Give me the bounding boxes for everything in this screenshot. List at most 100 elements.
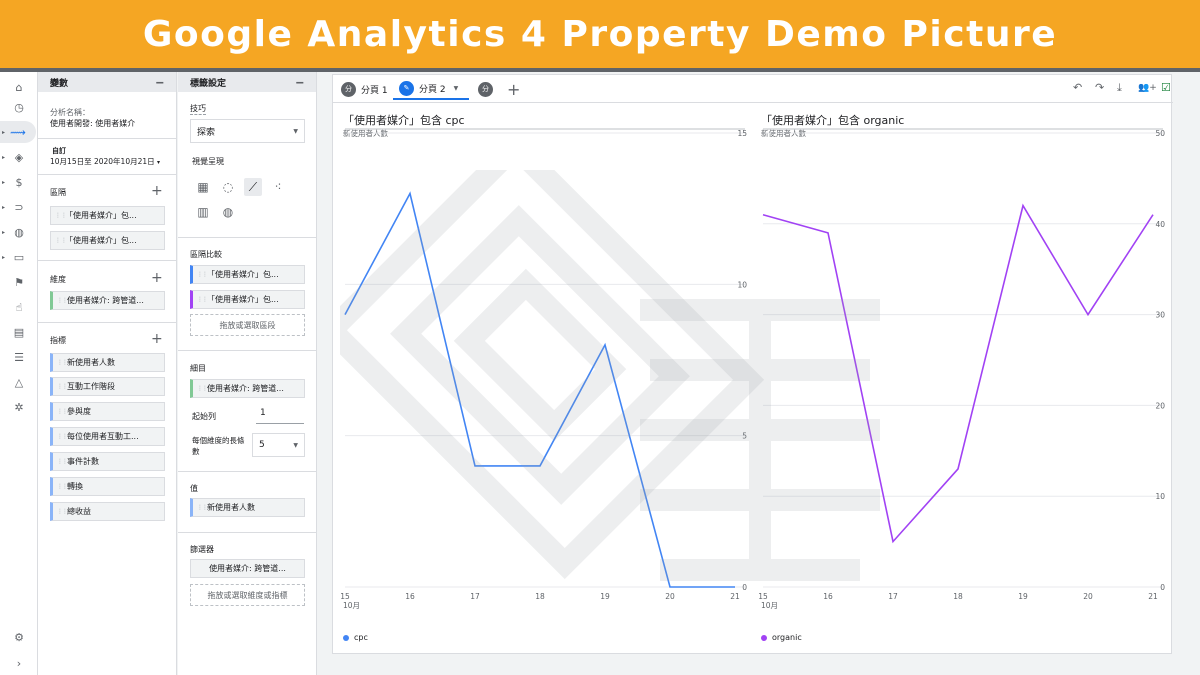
- metrics-label: 指標: [50, 336, 66, 345]
- visualization-label: 視覺呈現: [192, 157, 224, 166]
- date-range-picker[interactable]: 10月15日至 2020年10月21日 ▾: [50, 156, 160, 167]
- segment-chip[interactable]: ⋮⋮ 「使用者媒介」包...: [50, 231, 165, 250]
- breakdown-label: 細目: [190, 364, 206, 373]
- scatter-icon[interactable]: ⁖: [269, 178, 287, 196]
- geo-icon[interactable]: ◍: [219, 203, 237, 221]
- add-metric-button[interactable]: +: [151, 332, 163, 346]
- segment-chip[interactable]: ⋮⋮ 「使用者媒介」包...: [50, 206, 165, 225]
- segment-compare-chip[interactable]: 「使用者媒介」包...: [190, 265, 305, 284]
- x-tick-label: 15: [758, 592, 768, 601]
- globe-icon[interactable]: ▸ ◍: [0, 221, 38, 243]
- home-icon[interactable]: ⌂: [0, 76, 38, 98]
- tab-2[interactable]: ✎ 分頁 2 ▼: [393, 78, 469, 100]
- values-chip[interactable]: 新使用者人數: [190, 498, 305, 517]
- user-list-icon[interactable]: ☰: [0, 346, 38, 368]
- x-tick-label: 16: [823, 592, 833, 601]
- tag-icon[interactable]: ▸ ◈: [0, 146, 38, 168]
- legend-cpc: cpc: [343, 633, 368, 642]
- tab-settings-title: 標籤設定: [190, 78, 227, 89]
- rows-per-dim-select[interactable]: 5 ▼: [252, 433, 305, 457]
- y-tick-label: 20: [1155, 401, 1165, 410]
- y-tick-label: 30: [1155, 311, 1165, 320]
- exploration-canvas: 分 分頁 1 ✎ 分頁 2 ▼ 分 + ↶ ↷ ⤓ 👥+ ☑ 「使用者媒介」包含 …: [332, 74, 1173, 654]
- legend-dot: [343, 634, 349, 641]
- start-row-label: 起始列: [192, 412, 216, 421]
- start-row-input[interactable]: 1: [256, 408, 304, 424]
- segment-drop-zone[interactable]: 拖放或選取區段: [190, 314, 305, 336]
- segments-label: 區隔: [50, 188, 66, 197]
- x-month-label: 10月: [343, 601, 360, 610]
- metric-chip[interactable]: 總收益: [50, 502, 165, 521]
- table-icon[interactable]: ▦: [194, 178, 212, 196]
- tab-1[interactable]: 分 分頁 1: [335, 78, 394, 100]
- series-line-organic: [762, 203, 1154, 544]
- donut-icon[interactable]: ◌: [219, 178, 237, 196]
- dollar-icon[interactable]: ▸ $: [0, 171, 38, 193]
- debug-icon[interactable]: ✲: [0, 396, 38, 418]
- technique-select[interactable]: 探索 ▼: [190, 119, 305, 143]
- y-tick-label: 40: [1155, 220, 1165, 229]
- x-tick-label: 18: [953, 592, 963, 601]
- collapse-icon[interactable]: ‒: [296, 75, 304, 89]
- x-tick-label: 15: [340, 592, 350, 601]
- segment-compare-chip[interactable]: 「使用者媒介」包...: [190, 290, 305, 309]
- collapse-icon[interactable]: ‒: [156, 75, 164, 89]
- banner-title: Google Analytics 4 Property Demo Picture: [142, 13, 1058, 55]
- y-tick-label: 10: [737, 280, 747, 289]
- variables-panel: 變數 ‒ 分析名稱： 使用者開發: 使用者媒介 自訂 10月15日至 2020年…: [38, 72, 177, 675]
- add-tab-button[interactable]: +: [501, 78, 526, 100]
- touch-icon[interactable]: ☝: [0, 296, 38, 318]
- report-icon[interactable]: ▤: [0, 321, 38, 343]
- y-tick-label: 15: [737, 129, 747, 138]
- tab-3[interactable]: 分: [472, 78, 504, 100]
- chart-organic: 0 10 20 30 40 50 15 16 17 18 19 20 21 10月: [758, 128, 1165, 610]
- breakdown-chip[interactable]: 使用者媒介: 跨管道...: [190, 379, 305, 398]
- explore-icon[interactable]: ▸ ⟿: [0, 121, 36, 143]
- y-tick-label: 0: [742, 583, 747, 592]
- add-dimension-button[interactable]: +: [151, 271, 163, 285]
- redo-icon[interactable]: ↷: [1095, 81, 1104, 94]
- devices-icon[interactable]: ▸ ▭: [0, 246, 38, 268]
- y-tick-label: 10: [1155, 492, 1165, 501]
- flag-icon[interactable]: ⚑: [0, 271, 38, 293]
- tab-badge: 分: [478, 81, 493, 97]
- line-chart-icon[interactable]: ⟋: [244, 178, 262, 196]
- expand-icon[interactable]: ›: [0, 652, 38, 674]
- metric-chip[interactable]: 參與度: [50, 402, 165, 421]
- tab-settings-panel: 標籤設定 ‒ 技巧 探索▼ 視覺呈現 ▦ ◌ ⟋ ⁖ ▥ ◍ 區隔比較 「使用者…: [178, 72, 317, 675]
- x-tick-label: 16: [405, 592, 415, 601]
- metric-chip[interactable]: 新使用者人數: [50, 353, 165, 372]
- x-tick-label: 20: [1083, 592, 1093, 601]
- variables-title: 變數: [50, 78, 69, 89]
- clock-icon[interactable]: ◷: [0, 96, 38, 118]
- x-tick-label: 19: [1018, 592, 1028, 601]
- metric-chip[interactable]: 事件計數: [50, 452, 165, 471]
- analysis-name[interactable]: 使用者開發: 使用者媒介: [50, 118, 135, 129]
- x-tick-label: 17: [470, 592, 480, 601]
- download-icon[interactable]: ⤓: [1117, 81, 1122, 95]
- chevron-down-icon: ▼: [453, 84, 459, 92]
- magnet-icon[interactable]: ▸ ⊃: [0, 196, 38, 218]
- dimension-chip[interactable]: 使用者媒介: 跨管道...: [50, 291, 165, 310]
- dimensions-label: 維度: [50, 275, 66, 284]
- tab-settings-header: 標籤設定 ‒: [178, 72, 316, 92]
- metric-chip[interactable]: 互動工作階段: [50, 377, 165, 396]
- metric-chip[interactable]: 轉換: [50, 477, 165, 496]
- x-tick-label: 20: [665, 592, 675, 601]
- gear-icon[interactable]: ⚙: [0, 626, 38, 648]
- chart-cpc: 0 5 10 15 15 16 17 18 19 20 21 10月: [340, 128, 747, 610]
- check-icon[interactable]: ☑: [1161, 81, 1171, 94]
- share-icon[interactable]: 👥+: [1138, 83, 1157, 93]
- filter-drop-zone[interactable]: 拖放或選取維度或指標: [190, 584, 305, 606]
- undo-icon[interactable]: ↶: [1073, 81, 1082, 94]
- shapes-icon[interactable]: △: [0, 371, 38, 393]
- bar-chart-icon[interactable]: ▥: [194, 203, 212, 221]
- x-tick-label: 18: [535, 592, 545, 601]
- add-segment-button[interactable]: +: [151, 184, 163, 198]
- filter-chip[interactable]: 使用者媒介: 跨管道...: [190, 559, 305, 578]
- y-tick-label: 0: [1160, 583, 1165, 592]
- legend-organic: organic: [761, 633, 802, 642]
- banner: Google Analytics 4 Property Demo Picture: [0, 0, 1200, 68]
- x-month-label: 10月: [761, 601, 778, 610]
- metric-chip[interactable]: 每位使用者互動工...: [50, 427, 165, 446]
